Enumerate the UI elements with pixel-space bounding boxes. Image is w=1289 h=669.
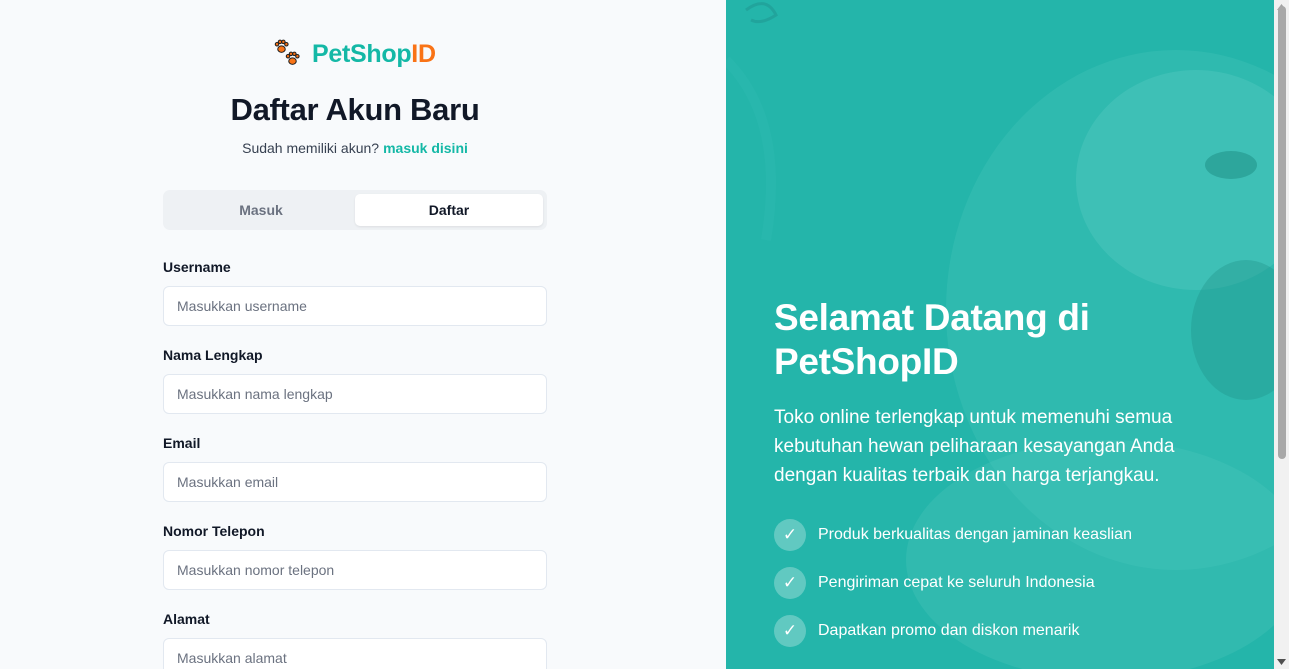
feature-item: ✓ Dapatkan promo dan diskon menarik — [774, 615, 1254, 647]
brand-name: PetShopID — [312, 40, 436, 69]
email-input[interactable] — [163, 462, 547, 502]
paw-print-icon — [285, 51, 300, 65]
register-panel: PetShopID Daftar Akun Baru Sudah memilik… — [0, 0, 726, 669]
feature-text: Pengiriman cepat ke seluruh Indonesia — [818, 574, 1095, 591]
auth-tabs: Masuk Daftar — [163, 190, 547, 230]
check-icon: ✓ — [774, 567, 806, 599]
feature-item: ✓ Produk berkualitas dengan jaminan keas… — [774, 519, 1254, 551]
tab-daftar[interactable]: Daftar — [355, 194, 543, 226]
brand-name-part1: PetShop — [312, 39, 412, 68]
page-scrollbar[interactable] — [1274, 0, 1289, 669]
username-field-group: Username — [163, 259, 547, 326]
feature-list: ✓ Produk berkualitas dengan jaminan keas… — [774, 519, 1254, 663]
brand-logo[interactable]: PetShopID — [272, 38, 436, 70]
phone-field-group: Nomor Telepon — [163, 523, 547, 590]
address-field-group: Alamat — [163, 611, 547, 669]
login-prompt: Sudah memiliki akun? masuk disini — [0, 140, 710, 156]
email-field-group: Email — [163, 435, 547, 502]
email-label: Email — [163, 435, 201, 451]
feature-text: Dapatkan promo dan diskon menarik — [818, 622, 1080, 639]
check-icon: ✓ — [774, 615, 806, 647]
address-input[interactable] — [163, 638, 547, 669]
login-link[interactable]: masuk disini — [383, 140, 468, 156]
scrollbar-thumb[interactable] — [1278, 6, 1286, 459]
phone-label: Nomor Telepon — [163, 523, 265, 539]
page-title: Daftar Akun Baru — [230, 92, 480, 127]
fullname-input[interactable] — [163, 374, 547, 414]
welcome-title: Selamat Datang di PetShopID — [774, 297, 1090, 382]
fullname-field-group: Nama Lengkap — [163, 347, 547, 414]
register-page: PetShopID Daftar Akun Baru Sudah memilik… — [0, 0, 1289, 669]
paw-icon — [272, 38, 304, 70]
feature-text: Produk berkualitas dengan jaminan keasli… — [818, 526, 1132, 543]
login-prompt-text: Sudah memiliki akun? — [242, 140, 380, 156]
brand-name-part2: ID — [411, 39, 436, 68]
welcome-panel: Selamat Datang di PetShopID Toko online … — [726, 0, 1274, 669]
check-icon: ✓ — [774, 519, 806, 551]
fullname-label: Nama Lengkap — [163, 347, 263, 363]
scroll-down-arrow-icon[interactable] — [1274, 655, 1289, 669]
username-label: Username — [163, 259, 231, 275]
feature-item: ✓ Pengiriman cepat ke seluruh Indonesia — [774, 567, 1254, 599]
welcome-description: Toko online terlengkap untuk memenuhi se… — [774, 407, 1175, 486]
tab-masuk[interactable]: Masuk — [167, 194, 355, 226]
username-input[interactable] — [163, 286, 547, 326]
address-label: Alamat — [163, 611, 210, 627]
phone-input[interactable] — [163, 550, 547, 590]
